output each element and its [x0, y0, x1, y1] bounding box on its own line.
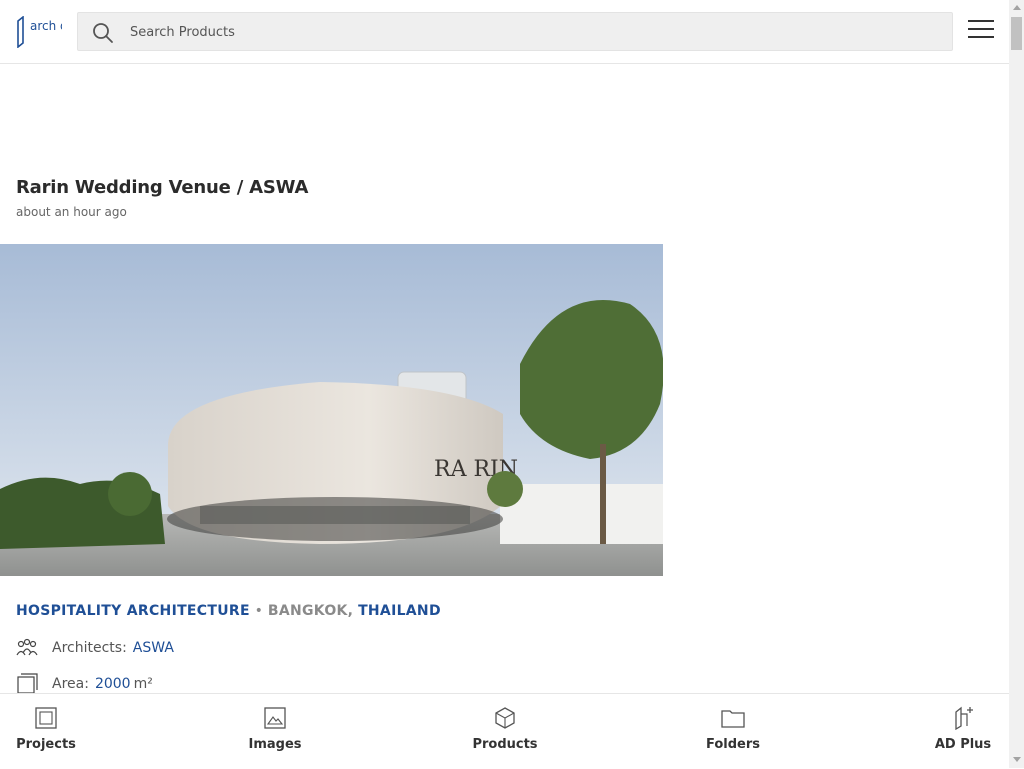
people-icon [16, 638, 38, 656]
nav-folders[interactable]: Folders [687, 694, 779, 769]
area-value-link[interactable]: 2000 [95, 676, 131, 692]
menu-line-icon [968, 28, 994, 30]
architects-spec: Architects: ASWA [16, 636, 174, 660]
nav-images[interactable]: Images [229, 694, 321, 769]
nav-ad-plus[interactable]: AD Plus [917, 694, 1009, 769]
logo-word-arch: arch daily [30, 19, 62, 33]
nav-products[interactable]: Products [459, 694, 551, 769]
architects-label: Architects: [52, 640, 127, 656]
top-header: arch daily [0, 0, 1009, 64]
scrollbar-thumb[interactable] [1011, 17, 1022, 50]
bottom-navigation: Projects Images Products Folders AD Plus [0, 693, 1009, 769]
area-unit: m² [133, 676, 153, 692]
search-icon[interactable] [92, 22, 114, 44]
hero-image[interactable]: RA RIN [0, 244, 663, 576]
projects-icon [35, 707, 57, 729]
hamburger-menu-button[interactable] [968, 20, 994, 44]
nav-projects-label: Projects [16, 737, 76, 752]
architects-value-link[interactable]: ASWA [133, 640, 174, 656]
article-title: Rarin Wedding Venue / ASWA [16, 177, 309, 198]
menu-line-icon [968, 36, 994, 38]
search-bar[interactable] [77, 12, 953, 52]
products-icon [495, 707, 515, 729]
menu-line-icon [968, 20, 994, 22]
folders-icon [721, 710, 745, 728]
area-label: Area: [52, 676, 89, 692]
hero-photo: RA RIN [0, 244, 663, 576]
nav-folders-label: Folders [705, 737, 760, 752]
images-icon [264, 707, 286, 729]
nav-images-label: Images [248, 737, 302, 752]
scroll-up-arrow-icon[interactable] [1013, 5, 1021, 10]
category-country-link[interactable]: THAILAND [358, 603, 441, 619]
category-city-link[interactable]: BANGKOK, [268, 603, 353, 619]
scroll-down-arrow-icon[interactable] [1013, 757, 1021, 762]
article-timestamp: about an hour ago [16, 205, 127, 219]
project-category: HOSPITALITY ARCHITECTURE • BANGKOK, THAI… [16, 603, 441, 619]
category-separator: • [249, 603, 268, 619]
ad-plus-icon [955, 706, 973, 730]
nav-ad-plus-label: AD Plus [934, 737, 992, 752]
page-scrollbar[interactable] [1009, 0, 1024, 768]
search-input[interactable] [128, 13, 932, 52]
nav-projects[interactable]: Projects [0, 694, 92, 769]
category-type-link[interactable]: HOSPITALITY ARCHITECTURE [16, 603, 250, 619]
area-icon [17, 673, 38, 694]
nav-products-label: Products [472, 737, 538, 752]
archdaily-logo[interactable]: arch daily [16, 16, 62, 48]
